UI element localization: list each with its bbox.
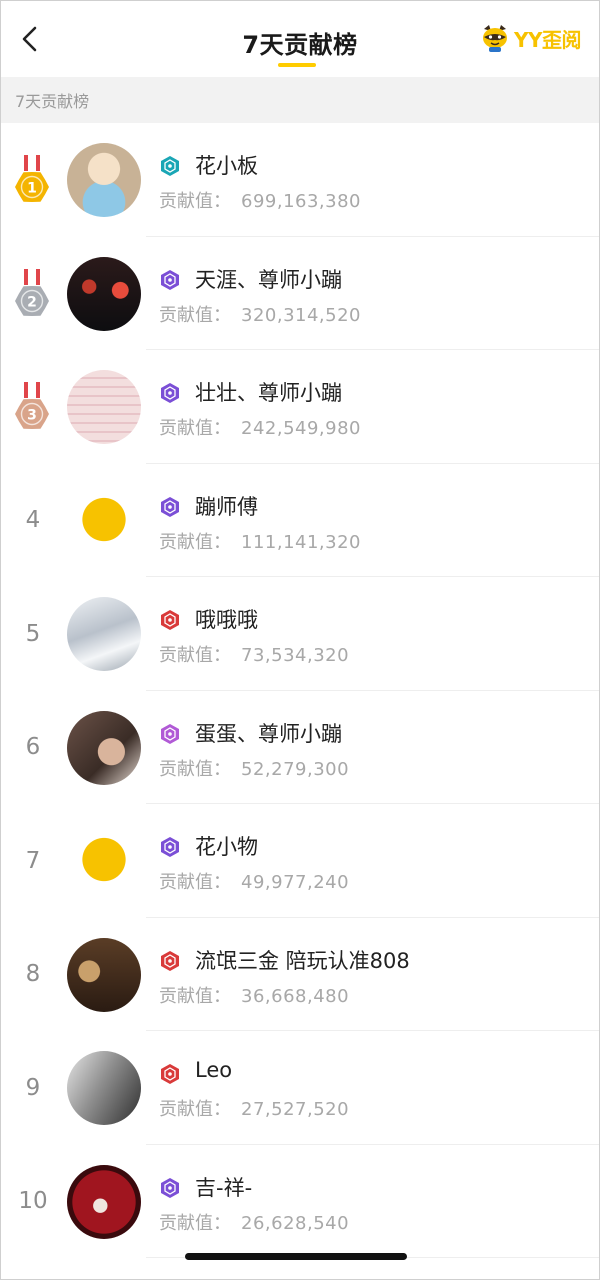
contribution-number: 36,668,480: [241, 985, 350, 1007]
avatar[interactable]: [67, 370, 141, 444]
contribution-number: 26,628,540: [241, 1212, 350, 1234]
rank-number: 5: [25, 620, 41, 647]
contribution-number: 242,549,980: [241, 418, 362, 439]
avatar[interactable]: [67, 256, 141, 331]
svg-text:3: 3: [27, 408, 37, 424]
user-name: 花小物: [195, 835, 258, 859]
avatar[interactable]: [67, 824, 141, 898]
rank-number: 10: [18, 1188, 48, 1215]
contribution-label: 贡献值：: [159, 872, 231, 893]
contribution-label: 贡献值：: [159, 1099, 231, 1120]
contribution-number: 27,527,520: [241, 1099, 350, 1120]
ranking-row[interactable]: 1 花小板贡献值： 699,163,380: [1, 123, 599, 237]
contribution-value: 贡献值： 49,977,240: [159, 868, 349, 894]
ranking-row[interactable]: 7 花小物贡献值： 49,977,240: [1, 804, 599, 918]
rank-number: 6: [25, 734, 41, 761]
contribution-value: 贡献值： 320,314,520: [159, 301, 361, 327]
svg-text:1: 1: [27, 181, 37, 197]
ranking-row[interactable]: 8 流氓三金 陪玩认准808 贡献值： 36,668,480: [1, 918, 599, 1031]
user-name: 天涯、尊师小蹦: [195, 267, 342, 292]
level-badge-icon: [161, 156, 179, 176]
app-frame: 7天贡献榜 YY歪阅 7天贡献榜 1 花小板贡献值： 699,163,380 2 天涯、…: [0, 0, 600, 1280]
level-badge-icon: [161, 950, 179, 971]
level-badge-icon: [161, 1064, 179, 1084]
brand-text: YY歪阅: [514, 27, 581, 52]
contribution-label: 贡献值：: [159, 758, 231, 780]
user-name: 壮壮、尊师小蹦: [195, 381, 342, 405]
contribution-number: 52,279,300: [241, 758, 350, 780]
contribution-number: 699,163,380: [241, 191, 362, 212]
contribution-number: 73,534,320: [241, 645, 350, 666]
avatar[interactable]: [67, 710, 141, 785]
avatar[interactable]: [67, 143, 141, 217]
ranking-row[interactable]: 4 蹦师傅贡献值： 111,141,320: [1, 464, 599, 577]
contribution-label: 贡献值：: [159, 191, 231, 212]
rank-number: 8: [25, 961, 41, 988]
svg-text:2: 2: [27, 294, 37, 310]
contribution-label: 贡献值：: [159, 418, 231, 439]
avatar[interactable]: [67, 937, 141, 1012]
medal-silver-icon: 2: [15, 268, 49, 316]
user-name: 花小板: [195, 154, 258, 178]
level-badge-icon: [161, 837, 179, 857]
rank-number: 4: [25, 507, 41, 534]
rank-number: 9: [25, 1074, 41, 1101]
user-name: 蛋蛋、尊师小蹦: [195, 721, 342, 746]
level-badge-icon: [161, 723, 179, 744]
top-bar: 7天贡献榜 YY歪阅: [1, 1, 599, 77]
contribution-value: 贡献值： 26,628,540: [159, 1209, 349, 1235]
rank-number: 7: [25, 847, 41, 874]
ranking-row[interactable]: 3 壮壮、尊师小蹦贡献值： 242,549,980: [1, 350, 599, 464]
contribution-label: 贡献值：: [159, 1212, 231, 1234]
medal-bronze-icon: 3: [15, 382, 49, 429]
contribution-number: 111,141,320: [241, 531, 362, 553]
contribution-value: 贡献值： 52,279,300: [159, 755, 349, 781]
level-badge-icon: [161, 383, 179, 403]
user-name: 蹦师傅: [195, 494, 258, 519]
avatar[interactable]: [67, 1051, 141, 1125]
level-badge-icon: [161, 610, 179, 630]
contribution-value: 贡献值： 27,527,520: [159, 1095, 349, 1121]
contribution-value: 贡献值： 699,163,380: [159, 187, 361, 213]
brand-logo: YY歪阅: [480, 23, 581, 53]
user-name: Leo: [195, 1058, 233, 1082]
medal-gold-icon: 1: [15, 155, 49, 202]
contribution-number: 49,977,240: [241, 872, 350, 893]
contribution-value: 贡献值： 73,534,320: [159, 641, 349, 667]
contribution-label: 贡献值：: [159, 304, 231, 326]
title-underline: [278, 63, 316, 67]
contribution-label: 贡献值：: [159, 985, 231, 1007]
level-badge-icon: [161, 1177, 179, 1198]
ranking-row[interactable]: 10 吉-祥- 贡献值： 26,628,540: [1, 1145, 599, 1258]
level-badge-icon: [161, 496, 179, 517]
avatar[interactable]: [67, 1164, 141, 1239]
ranking-row[interactable]: 6 蛋蛋、尊师小蹦贡献值： 52,279,300: [1, 691, 599, 804]
contribution-value: 贡献值： 242,549,980: [159, 414, 361, 440]
contribution-value: 贡献值： 36,668,480: [159, 982, 349, 1008]
user-name: 哦哦哦: [195, 608, 258, 632]
home-indicator: [185, 1253, 407, 1260]
yy-mascot-icon: [483, 25, 508, 52]
level-badge-icon: [161, 269, 179, 290]
ranking-row[interactable]: 2 天涯、尊师小蹦贡献值： 320,314,520: [1, 237, 599, 350]
avatar[interactable]: [67, 483, 141, 558]
contribution-number: 320,314,520: [241, 304, 362, 326]
avatar[interactable]: [67, 597, 141, 671]
user-name: 吉-祥-: [195, 1175, 253, 1200]
ranking-row[interactable]: 9 Leo 贡献值： 27,527,520: [1, 1031, 599, 1145]
section-header: 7天贡献榜: [1, 77, 599, 123]
contribution-label: 贡献值：: [159, 645, 231, 666]
contribution-value: 贡献值： 111,141,320: [159, 528, 361, 554]
ranking-row[interactable]: 5 哦哦哦贡献值： 73,534,320: [1, 577, 599, 691]
contribution-label: 贡献值：: [159, 531, 231, 553]
ranking-list: 1 花小板 贡献值： 699,163,380 2 天涯、尊师小蹦 贡献值： 320,314,5…: [1, 123, 599, 1258]
user-name: 流氓三金 陪玩认准808: [195, 948, 410, 973]
